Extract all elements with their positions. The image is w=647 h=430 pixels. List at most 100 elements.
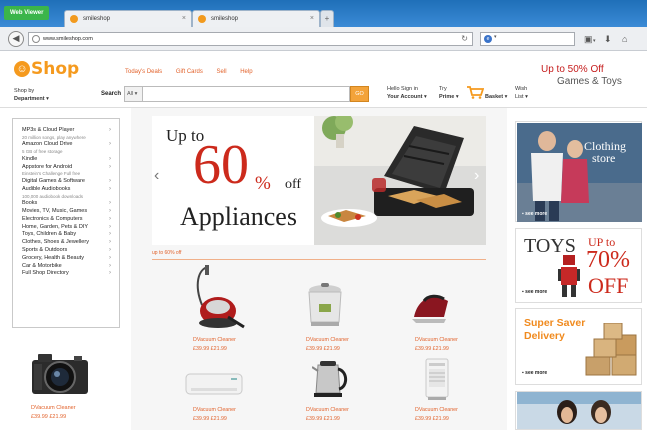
- chevron-right-icon: ›: [109, 141, 111, 148]
- address-bar[interactable]: www.smileshop.com ↻: [28, 32, 473, 46]
- product-name[interactable]: DVacuum Cleaner: [31, 405, 76, 411]
- search-category-select[interactable]: All ▾: [124, 86, 143, 102]
- carousel-next-icon[interactable]: ›: [474, 167, 479, 185]
- search-go-button[interactable]: GO: [350, 86, 369, 102]
- chevron-right-icon: ›: [109, 163, 111, 170]
- see-more-link[interactable]: ▪ see more: [522, 370, 547, 376]
- chevron-down-icon: ▾: [455, 94, 459, 100]
- shop-by-label: Shop by: [14, 88, 35, 94]
- tab-title: smileshop: [83, 16, 111, 22]
- chevron-right-icon: ›: [109, 127, 111, 133]
- tab-close-icon[interactable]: ×: [310, 11, 314, 27]
- product-camera-image[interactable]: [30, 348, 90, 398]
- prime-menu[interactable]: Try Prime ▾: [439, 85, 459, 101]
- tab-title: smileshop: [211, 16, 239, 22]
- list-label: List: [515, 94, 524, 100]
- wish-list-menu[interactable]: Wish List ▾: [515, 85, 528, 101]
- logo-text: Shop: [31, 59, 80, 79]
- download-icon[interactable]: ⬇: [604, 33, 612, 45]
- dept-item[interactable]: Home, Garden, Pets & DIY ›: [22, 224, 113, 232]
- search-engine-box[interactable]: e ▾: [480, 32, 575, 46]
- dept-item[interactable]: Electronics & Computers ›: [22, 216, 113, 224]
- todays-deals-link[interactable]: Today's Deals: [125, 69, 162, 75]
- favicon-icon: [198, 15, 206, 23]
- dept-item[interactable]: Movies, TV, Music, Games ›: [22, 208, 113, 216]
- prime-try: Try: [439, 86, 447, 92]
- help-link[interactable]: Help: [240, 69, 252, 75]
- new-tab-button[interactable]: +: [320, 10, 334, 27]
- department-label: Department: [14, 96, 45, 102]
- basket-menu[interactable]: Basket ▾: [485, 93, 507, 101]
- chevron-down-icon: ▾: [423, 94, 427, 100]
- hero-percent-sign: %: [255, 173, 271, 194]
- dept-subtext: 100,000 audiobook downloads: [22, 193, 84, 199]
- clothing-store-promo[interactable]: Clothing store ▪ see more: [515, 121, 642, 222]
- product-heater-image[interactable]: [424, 357, 494, 401]
- product-iron-image[interactable]: [410, 287, 480, 327]
- dept-item[interactable]: MP3s & Cloud Player ›: [22, 127, 113, 135]
- dept-item[interactable]: Kindle ›: [22, 156, 113, 164]
- hero-percent: 60: [193, 134, 249, 196]
- super-saver-promo[interactable]: Super Saver Delivery ▪ see more: [515, 308, 642, 385]
- product-name[interactable]: DVacuum Cleaner: [306, 337, 349, 343]
- gift-cards-link[interactable]: Gift Cards: [176, 69, 203, 75]
- dept-item[interactable]: Digital Games & Software ›: [22, 178, 113, 186]
- product-name[interactable]: DVacuum Cleaner: [306, 407, 349, 413]
- dept-item[interactable]: Grocery, Health & Beauty ›: [22, 255, 113, 263]
- search-engine-icon: e: [484, 35, 492, 43]
- chevron-right-icon: ›: [109, 231, 111, 238]
- account-label: Your Account: [387, 94, 423, 100]
- fashion-photo: [517, 392, 641, 429]
- header-promo-line[interactable]: Up to 50% Off: [541, 64, 604, 75]
- product-price: £39.99 £21.99: [306, 346, 340, 352]
- dept-item[interactable]: Car & Motorbike ›: [22, 263, 113, 271]
- shop-by-department[interactable]: Shop by Department ▾: [14, 87, 49, 103]
- chevron-down-icon: ▾: [46, 96, 49, 102]
- product-name[interactable]: DVacuum Cleaner: [415, 337, 458, 343]
- url-text: www.smileshop.com: [43, 36, 93, 42]
- product-name[interactable]: DVacuum Cleaner: [193, 337, 236, 343]
- see-more-link[interactable]: ▪ see more: [522, 211, 547, 217]
- fashion-promo[interactable]: [515, 391, 642, 430]
- dept-item[interactable]: Books ›: [22, 200, 113, 208]
- search-label: Search: [101, 91, 122, 97]
- chevron-right-icon: ›: [109, 185, 111, 192]
- dept-item[interactable]: Full Shop Directory ›: [22, 270, 113, 278]
- product-air-conditioner-image[interactable]: [185, 372, 255, 398]
- product-name[interactable]: DVacuum Cleaner: [193, 407, 236, 413]
- dept-item[interactable]: Amazon Cloud Drive ›: [22, 141, 113, 149]
- dept-item[interactable]: Audible Audiobooks ›: [22, 186, 113, 194]
- basket-icon[interactable]: [466, 85, 485, 101]
- dept-item[interactable]: Sports & Outdoors ›: [22, 247, 113, 255]
- hero-off: off: [285, 177, 302, 192]
- see-more-link[interactable]: ▪ see more: [522, 289, 547, 295]
- product-price: £39.99 £21.99: [415, 346, 449, 352]
- product-rice-cooker-image[interactable]: [303, 282, 373, 328]
- product-kettle-image[interactable]: [312, 357, 382, 399]
- dept-item[interactable]: Toys, Children & Baby ›: [22, 231, 113, 239]
- dept-item[interactable]: Appstore for Android ›: [22, 164, 113, 172]
- department-menu: MP3s & Cloud Player › 20 million songs, p…: [12, 118, 120, 328]
- carousel-prev-icon[interactable]: ‹: [154, 167, 159, 185]
- chevron-down-icon[interactable]: ▾: [593, 35, 596, 47]
- hero-category: Appliances: [180, 202, 297, 231]
- clothing-store-photo: [517, 123, 642, 222]
- hero-sandwich-maker-photo: [314, 113, 486, 245]
- browser-tab[interactable]: smileshop ×: [64, 10, 192, 27]
- refresh-icon[interactable]: ↻: [461, 33, 468, 45]
- browser-tab[interactable]: smileshop ×: [192, 10, 320, 27]
- product-name[interactable]: DVacuum Cleaner: [415, 407, 458, 413]
- toys-promo[interactable]: TOYS UP to 70% OFF ▪ see more: [515, 228, 642, 303]
- home-icon[interactable]: ⌂: [622, 33, 627, 45]
- product-vacuum-image[interactable]: [188, 265, 258, 331]
- header-promo-sub[interactable]: Games & Toys: [557, 76, 622, 87]
- tab-close-icon[interactable]: ×: [182, 11, 186, 27]
- account-menu[interactable]: Hello Sign in Your Account ▾: [387, 85, 427, 101]
- hero-caption[interactable]: up to 60% off: [152, 250, 181, 256]
- reader-view-icon[interactable]: ▣: [584, 33, 593, 45]
- search-input[interactable]: [143, 86, 350, 102]
- sell-link[interactable]: Sell: [217, 69, 227, 75]
- dept-item[interactable]: Clothes, Shoes & Jewellery ›: [22, 239, 113, 247]
- back-button[interactable]: ◀: [8, 31, 24, 47]
- product-price: £39.99 £21.99: [31, 414, 67, 420]
